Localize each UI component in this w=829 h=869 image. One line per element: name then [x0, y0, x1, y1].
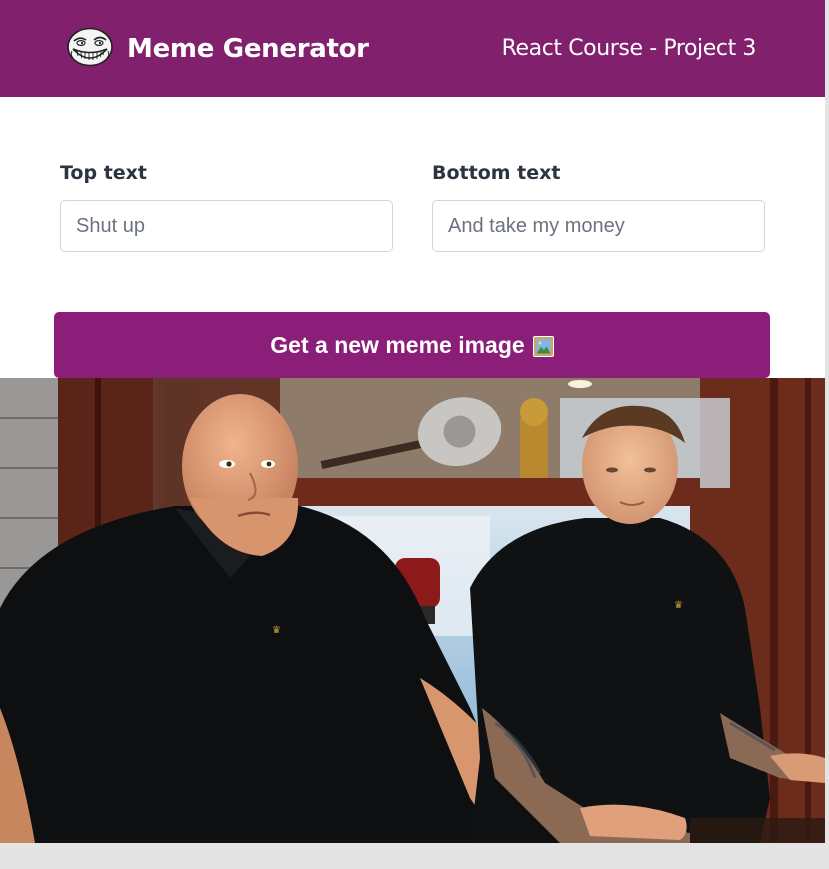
meme-photo: ♛ ♛	[0, 378, 825, 843]
svg-text:♛: ♛	[674, 600, 683, 611]
meme-app: Meme Generator React Course - Project 3 …	[0, 0, 825, 843]
app-title: Meme Generator	[127, 34, 369, 64]
top-text-label: Top text	[60, 162, 148, 184]
meme-image: ♛ ♛	[0, 378, 825, 843]
bottom-text-input[interactable]	[432, 200, 765, 252]
top-text-input[interactable]	[60, 200, 393, 252]
svg-text:♛: ♛	[272, 625, 281, 636]
scrollbar[interactable]	[825, 0, 829, 869]
get-new-meme-image-button[interactable]: Get a new meme image	[54, 312, 770, 378]
framed-picture-icon	[532, 335, 554, 357]
bottom-text-label: Bottom text	[432, 162, 561, 184]
app-header: Meme Generator React Course - Project 3	[0, 0, 825, 97]
course-subtitle: React Course - Project 3	[501, 36, 757, 61]
get-new-meme-image-label: Get a new meme image	[270, 331, 525, 358]
troll-face-icon	[67, 27, 113, 67]
